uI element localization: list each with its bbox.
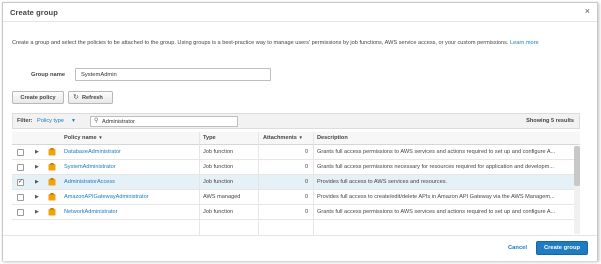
close-icon[interactable]: ×	[585, 7, 590, 16]
policy-name-link[interactable]: DatabaseAdministrator	[64, 149, 121, 155]
chevron-down-icon[interactable]: ▼	[71, 118, 76, 124]
table-row[interactable]: ▶ NetworkAdministrator Job function 0 Gr…	[12, 205, 580, 220]
row-checkbox[interactable]	[17, 164, 24, 171]
expand-row-icon[interactable]: ▶	[35, 209, 39, 215]
table-row[interactable]: ▶ DatabaseAdministrator Job function 0 G…	[12, 145, 580, 160]
group-name-input[interactable]	[75, 68, 271, 81]
table-row[interactable]: ▶ SystemAdministrator Job function 0 Gra…	[12, 160, 580, 175]
scrollbar-thumb[interactable]	[574, 146, 580, 186]
policy-attachments: 0	[305, 194, 309, 200]
table-row[interactable]: ✓ ▶ AdministratorAccess Job function 0 P…	[12, 175, 580, 190]
policy-type-filter[interactable]: Policy type	[37, 118, 64, 124]
search-icon: ⚲	[94, 118, 99, 124]
intro-text: Create a group and select the policies t…	[12, 39, 580, 48]
policy-icon	[48, 163, 56, 171]
refresh-icon: ↻	[73, 94, 79, 101]
column-header-policy-name[interactable]: Policy name ▼	[64, 135, 103, 141]
dialog-header: Create group ×	[3, 3, 597, 22]
expand-row-icon[interactable]: ▶	[35, 164, 39, 170]
policy-type: Job function	[203, 164, 234, 170]
policy-type: AWS managed	[203, 194, 241, 200]
dialog-footer: Cancel Create group	[3, 235, 597, 261]
column-header-attachments[interactable]: Attachments ▼	[263, 135, 303, 141]
column-header-description[interactable]: Description	[317, 135, 348, 141]
policy-description: Provides full access to AWS services and…	[317, 179, 448, 185]
expand-row-icon[interactable]: ▶	[35, 194, 39, 200]
policy-attachments: 0	[305, 179, 309, 185]
column-divider	[199, 132, 200, 235]
policy-type: Job function	[203, 179, 234, 185]
policy-description: Grants full access permissions to AWS se…	[317, 149, 556, 155]
refresh-button[interactable]: ↻ Refresh	[68, 91, 113, 104]
learn-more-link[interactable]: Learn more	[510, 40, 539, 46]
create-policy-button[interactable]: Create policy	[12, 91, 64, 104]
policy-attachments: 0	[305, 209, 309, 215]
cancel-button[interactable]: Cancel	[508, 245, 527, 251]
policy-icon	[48, 178, 56, 186]
search-box[interactable]: ⚲	[90, 116, 238, 127]
policy-name-link[interactable]: AdministratorAccess	[64, 179, 115, 185]
column-header-type[interactable]: Type	[203, 135, 216, 141]
policy-attachments: 0	[305, 149, 309, 155]
policy-name-header-label: Policy name	[64, 135, 97, 141]
table-header: Policy name ▼ Type Attachments ▼ Descrip…	[12, 132, 580, 145]
group-name-label: Group name	[31, 72, 66, 78]
table-scrollbar[interactable]	[574, 146, 580, 234]
filter-label: Filter:	[17, 118, 33, 124]
policy-icon	[48, 193, 56, 201]
sort-down-icon: ▼	[298, 135, 303, 140]
intro-description: Create a group and select the policies t…	[12, 40, 509, 46]
policy-name-link[interactable]: AmazonAPIGatewayAdministrator	[64, 194, 149, 200]
result-count: Showing 5 results	[526, 118, 574, 124]
create-group-button[interactable]: Create group	[536, 241, 588, 255]
row-checkbox[interactable]	[17, 209, 24, 216]
policy-type: Job function	[203, 149, 234, 155]
dialog-title: Create group	[10, 8, 58, 17]
policy-description: Grants full access permissions to AWS se…	[317, 209, 556, 215]
search-input[interactable]	[102, 117, 236, 126]
column-divider	[258, 132, 259, 235]
expand-row-icon[interactable]: ▶	[35, 149, 39, 155]
policy-name-link[interactable]: NetworkAdministrator	[64, 209, 117, 215]
policy-description: Grants full access permissions necessary…	[317, 164, 554, 170]
expand-row-icon[interactable]: ▶	[35, 179, 39, 185]
row-checkbox[interactable]	[17, 149, 24, 156]
policy-icon	[48, 148, 56, 156]
refresh-label: Refresh	[82, 95, 103, 101]
policy-attachments: 0	[305, 164, 309, 170]
create-group-dialog: Create group × Create a group and select…	[2, 2, 598, 261]
column-divider	[313, 132, 314, 235]
policy-icon	[48, 208, 56, 216]
policy-name-link[interactable]: SystemAdministrator	[64, 164, 116, 170]
row-checkbox[interactable]	[17, 194, 24, 201]
policies-table: Policy name ▼ Type Attachments ▼ Descrip…	[12, 132, 580, 220]
policy-description: Provides full access to create/edit/dele…	[317, 194, 555, 200]
policy-type: Job function	[203, 209, 234, 215]
filter-bar: Filter: Policy type ▼ ⚲ Showing 5 result…	[12, 113, 580, 129]
attachments-header-label: Attachments	[263, 135, 297, 141]
table-row[interactable]: ▶ AmazonAPIGatewayAdministrator AWS mana…	[12, 190, 580, 205]
row-checkbox[interactable]: ✓	[17, 179, 24, 186]
sort-down-icon: ▼	[98, 135, 103, 140]
